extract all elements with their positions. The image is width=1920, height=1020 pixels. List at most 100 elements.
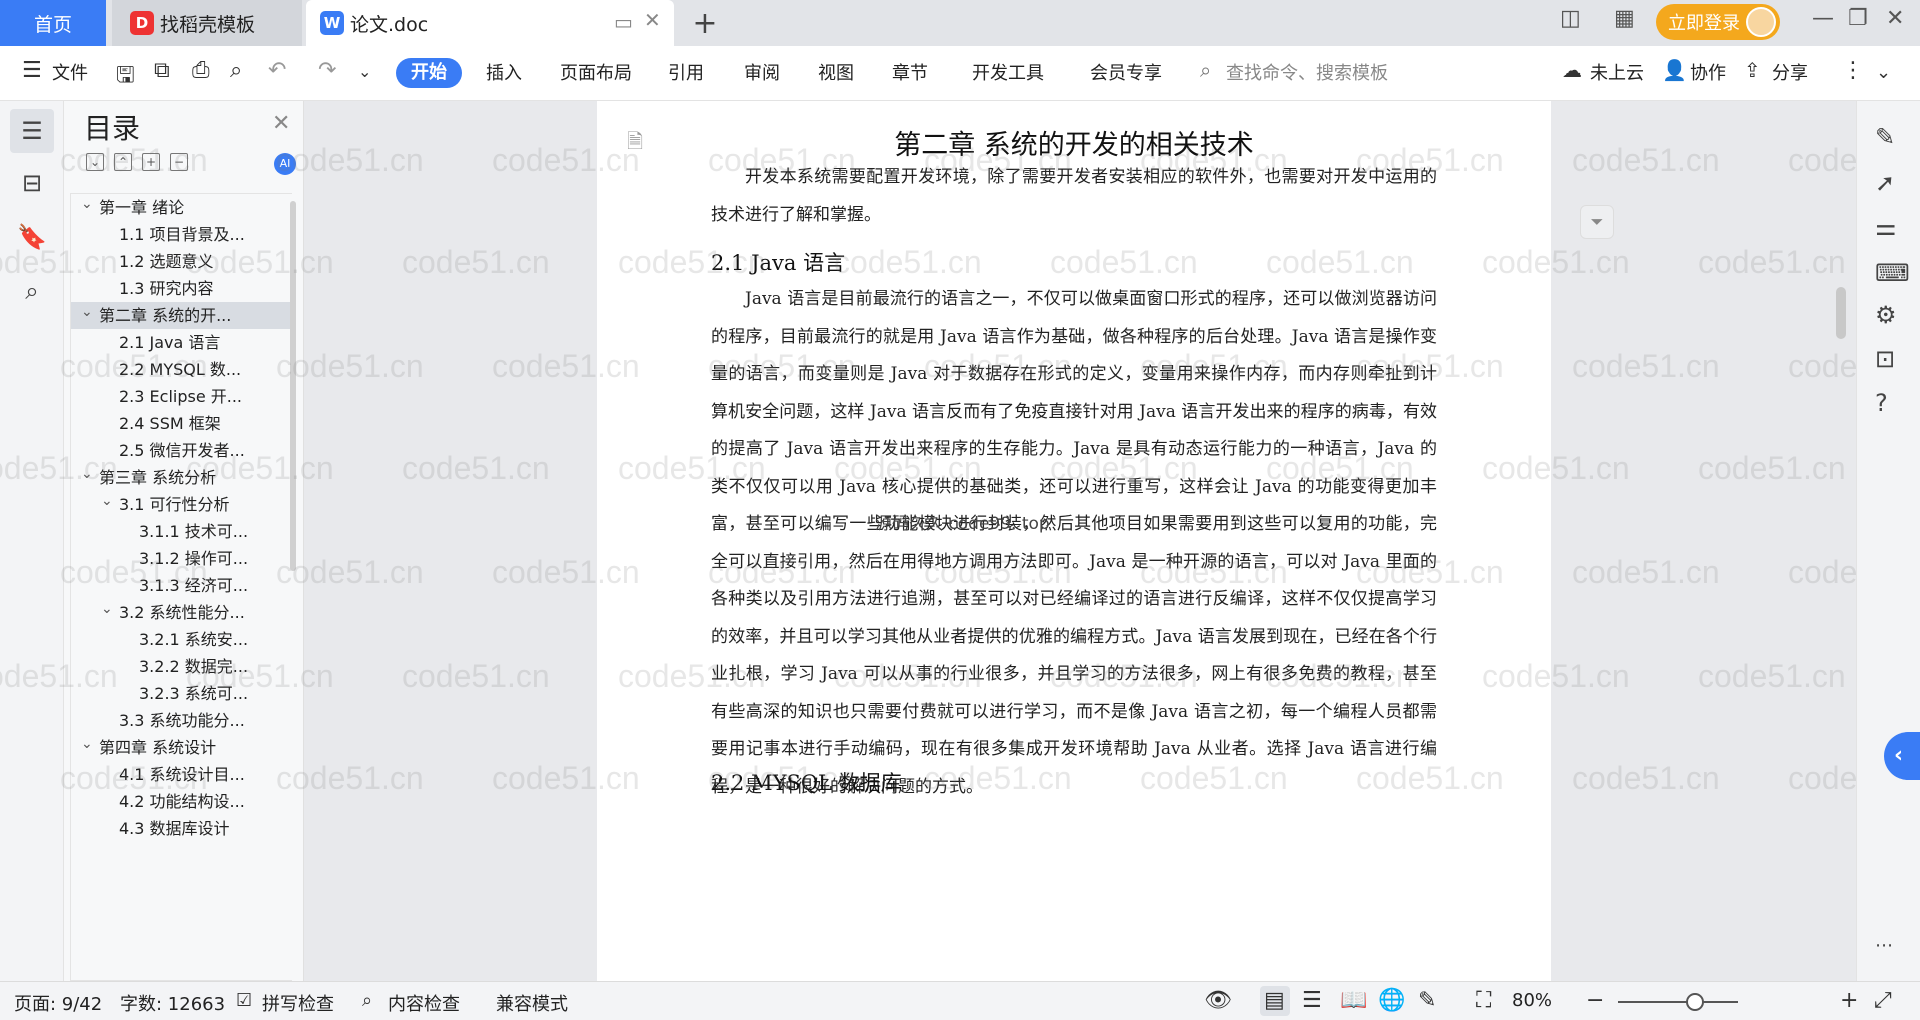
restore-icon[interactable]: ❐ (1848, 6, 1868, 31)
toc-item[interactable]: 4.1 系统设计目... (71, 761, 291, 788)
toc-item[interactable]: 2.4 SSM 框架 (71, 410, 291, 437)
tab-start[interactable]: 开始 (396, 58, 462, 88)
tab-references[interactable]: 引用 (668, 59, 704, 85)
remove-heading-icon[interactable]: − (170, 153, 188, 171)
document-page[interactable]: 🗎 第二章 系统的开发的相关技术 开发本系统需要配置开发环境，除了需要开发者安装… (597, 101, 1551, 981)
zoom-in-icon[interactable]: + (1840, 988, 1858, 1013)
tab-developer[interactable]: 开发工具 (972, 59, 1044, 85)
toc-item[interactable]: 1.3 研究内容 (71, 275, 291, 302)
vertical-scrollbar[interactable] (1832, 101, 1848, 981)
close-tab-icon[interactable]: ✕ (644, 8, 661, 32)
layout-icon[interactable]: ◫ (1560, 6, 1581, 31)
section-heading-2-1[interactable]: 2.1 Java 语言 (711, 247, 845, 277)
tab-review[interactable]: 审阅 (744, 59, 780, 85)
format-icon[interactable]: ⌨ (1875, 259, 1910, 287)
chapter-title[interactable]: 第二章 系统的开发的相关技术 (597, 123, 1551, 162)
toc-panel-icon[interactable]: ☰ (10, 109, 54, 153)
toc-item[interactable]: 2.1 Java 语言 (71, 329, 291, 356)
collapse-all-icon[interactable]: ⌄ (86, 153, 104, 171)
minimize-icon[interactable]: — (1812, 6, 1834, 31)
tab-chapter[interactable]: 章节 (892, 59, 928, 85)
toc-item[interactable]: 3.1.3 经济可... (71, 572, 291, 599)
toc-item[interactable]: 3.2.3 系统可... (71, 680, 291, 707)
toc-item[interactable]: 2.3 Eclipse 开... (71, 383, 291, 410)
tab-insert[interactable]: 插入 (486, 59, 522, 85)
toc-item[interactable]: 3.2.2 数据完... (71, 653, 291, 680)
cloud-status[interactable]: 未上云 (1590, 59, 1644, 85)
new-tab-button[interactable]: + (690, 6, 720, 41)
apps-grid-icon[interactable]: ▦ (1614, 6, 1635, 31)
close-window-icon[interactable]: ✕ (1886, 6, 1904, 31)
redo-icon[interactable]: ↷ (318, 58, 336, 83)
eye-protect-icon[interactable]: 👁 (1204, 988, 1232, 1013)
toc-item[interactable]: 3.1.2 操作可... (71, 545, 291, 572)
ai-icon[interactable]: ⚙ (1875, 301, 1897, 329)
undo-icon[interactable]: ↶ (268, 58, 286, 83)
toc-item[interactable]: 2.5 微信开发者... (71, 437, 291, 464)
login-button[interactable]: 立即登录 (1656, 4, 1780, 40)
window-mode-icon[interactable]: ▭ (614, 10, 633, 34)
outline-view-icon[interactable]: ☰ (1302, 988, 1322, 1013)
expand-arrow-icon[interactable]: ⌄ (81, 194, 93, 218)
tab-template[interactable]: D 找稻壳模板 (112, 0, 302, 46)
tab-page-layout[interactable]: 页面布局 (560, 59, 632, 85)
section-body-2-1[interactable]: Java 语言是目前最流行的语言之一，不仅可以做桌面窗口形式的程序，还可以做浏览… (711, 281, 1437, 806)
zoom-out-icon[interactable]: − (1586, 988, 1604, 1013)
section-heading-2-2[interactable]: 2.2 MYSQL 数据库 (711, 767, 902, 797)
toc-item[interactable]: ⌄ 第一章 绪论 (71, 194, 291, 221)
print-preview-icon[interactable]: ⌕ (230, 58, 242, 83)
toc-item[interactable]: 4.3 数据库设计 (71, 815, 291, 842)
page-nav-button[interactable]: ⏷ (1580, 205, 1614, 239)
file-menu[interactable]: 文件 (52, 59, 88, 85)
add-heading-icon[interactable]: + (142, 153, 160, 171)
more-tools-icon[interactable]: ⋯ (1875, 935, 1893, 956)
toc-item[interactable]: ⌄ 第四章 系统设计 (71, 734, 291, 761)
toc-item[interactable]: ⌄ 3.1 可行性分析 (71, 491, 291, 518)
print-icon[interactable]: ⎙ (192, 58, 210, 83)
word-count[interactable]: 字数: 12663 (120, 990, 225, 1016)
pen-icon[interactable]: ✎ (1875, 123, 1895, 151)
expand-arrow-icon[interactable]: ⌄ (81, 464, 93, 488)
expand-arrow-icon[interactable]: ⌄ (101, 599, 113, 623)
toc-item[interactable]: 3.2.1 系统安... (71, 626, 291, 653)
select-icon[interactable]: ➚ (1875, 169, 1895, 197)
adjust-icon[interactable]: ⚌ (1875, 213, 1897, 241)
expand-arrow-icon[interactable]: ⌄ (101, 491, 113, 515)
page-view-icon[interactable]: ▤ (1264, 988, 1285, 1013)
toc-item[interactable]: ⌄ 第二章 系统的开... (71, 302, 291, 329)
export-icon[interactable]: ⧉ (154, 58, 170, 83)
help-icon[interactable]: ? (1875, 389, 1888, 417)
command-search-input[interactable]: 查找命令、搜索模板 (1226, 59, 1388, 85)
write-view-icon[interactable]: ✎ (1418, 988, 1436, 1013)
tab-home[interactable]: 首页 (0, 0, 106, 46)
more-quick-icon[interactable]: ⌄ (358, 62, 371, 81)
tab-document[interactable]: W 论文.doc ▭ ✕ (306, 0, 674, 46)
find-icon[interactable]: ⌕ (10, 269, 54, 313)
save-icon[interactable]: 🖫 (116, 58, 135, 96)
more-icon[interactable]: ⋮ (1842, 58, 1864, 83)
page-count[interactable]: 页面: 9/42 (14, 990, 102, 1016)
share-button[interactable]: 分享 (1772, 59, 1808, 85)
content-check-button[interactable]: 内容检查 (388, 990, 460, 1016)
spellcheck-button[interactable]: 拼写检查 (262, 990, 334, 1016)
toc-item[interactable]: 4.2 功能结构设... (71, 788, 291, 815)
navigation-icon[interactable]: ⊟ (10, 161, 54, 205)
web-view-icon[interactable]: 🌐 (1378, 988, 1405, 1013)
toc-item[interactable]: 1.1 项目背景及... (71, 221, 291, 248)
read-view-icon[interactable]: 📖 (1340, 988, 1367, 1013)
reader-icon[interactable]: ⊡ (1875, 345, 1895, 373)
ai-assist-icon[interactable]: AI (274, 153, 296, 175)
toc-item[interactable]: 2.2 MYSQL 数... (71, 356, 291, 383)
expand-all-icon[interactable]: ⌃ (114, 153, 132, 171)
tab-view[interactable]: 视图 (818, 59, 854, 85)
expand-arrow-icon[interactable]: ⌄ (81, 734, 93, 758)
toc-item[interactable]: 3.1.1 技术可... (71, 518, 291, 545)
toc-scrollbar[interactable] (290, 201, 296, 571)
hamburger-icon[interactable]: ☰ (22, 58, 42, 83)
collab-button[interactable]: 协作 (1690, 59, 1726, 85)
collapse-ribbon-icon[interactable]: ⌄ (1876, 62, 1891, 83)
zoom-slider[interactable] (1618, 1001, 1738, 1003)
close-icon[interactable]: ✕ (272, 111, 290, 136)
zoom-level[interactable]: 80% (1512, 990, 1552, 1011)
scroll-thumb[interactable] (1836, 287, 1846, 339)
